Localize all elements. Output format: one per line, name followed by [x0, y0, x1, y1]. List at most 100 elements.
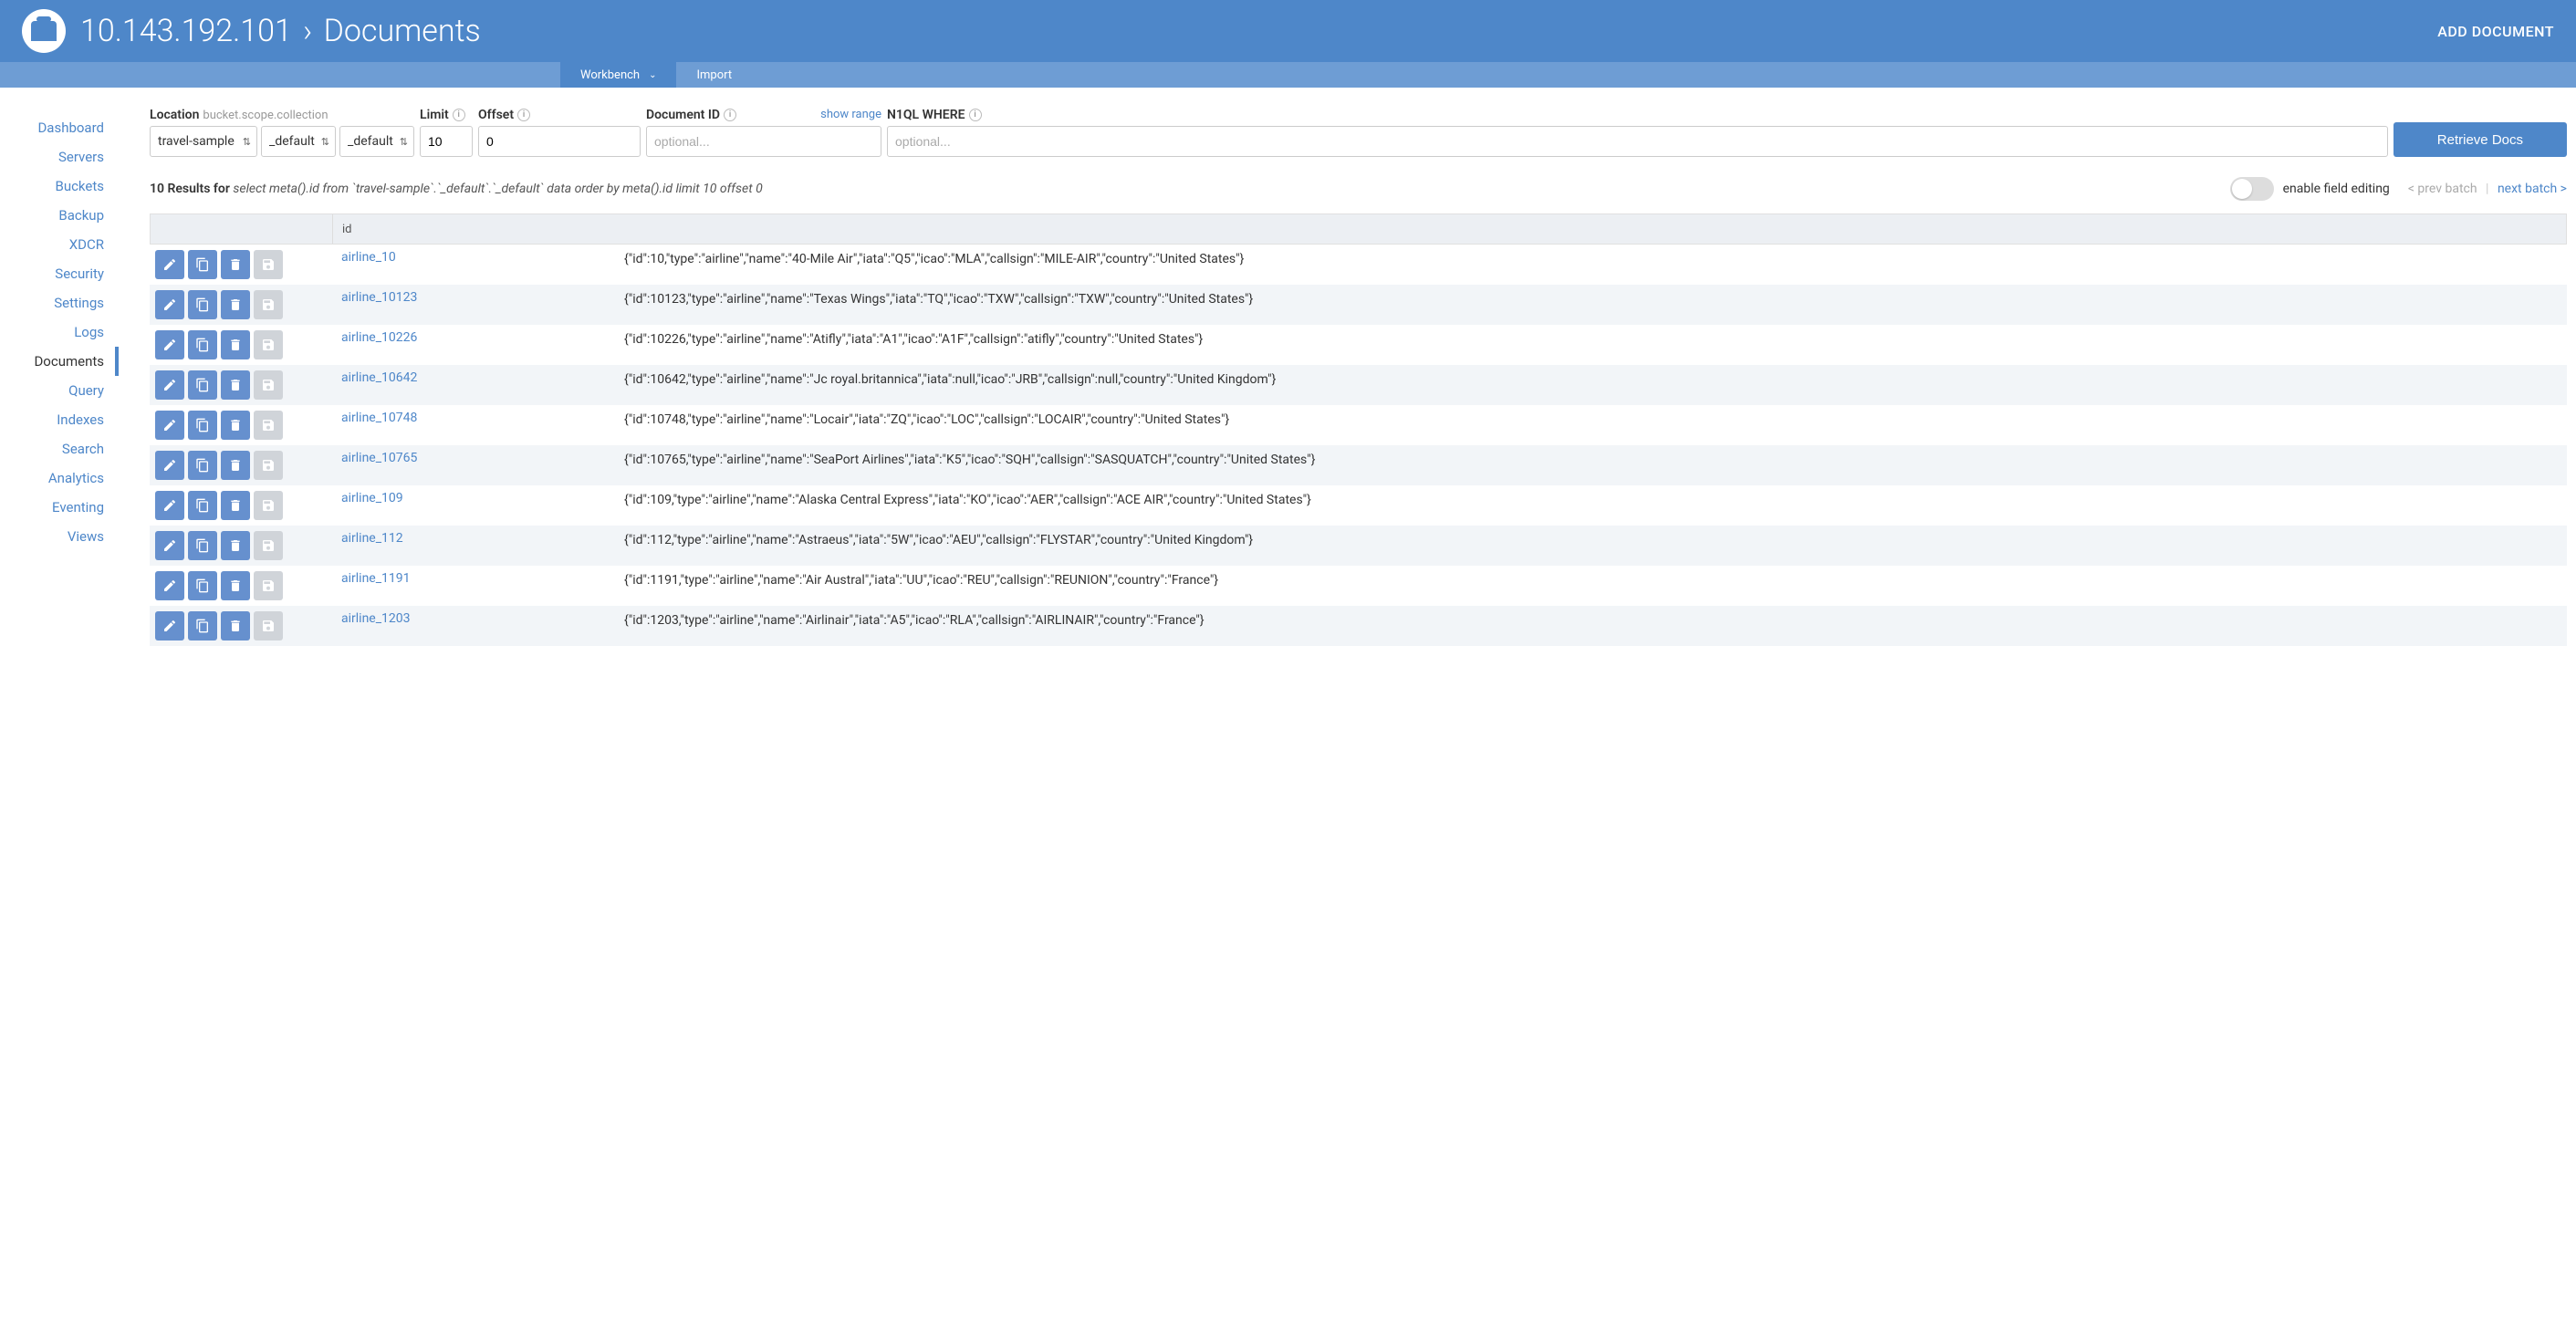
delete-button[interactable] — [221, 411, 250, 440]
sidebar-item-indexes[interactable]: Indexes — [0, 405, 119, 434]
sidebar-item-settings[interactable]: Settings — [0, 288, 119, 318]
copy-button[interactable] — [188, 451, 217, 480]
doc-id-link[interactable]: airline_109 — [341, 491, 403, 505]
doc-id-link[interactable]: airline_10765 — [341, 451, 417, 465]
edit-button[interactable] — [155, 451, 184, 480]
copy-icon — [195, 458, 210, 473]
sidebar-item-query[interactable]: Query — [0, 376, 119, 405]
sidebar-item-dashboard[interactable]: Dashboard — [0, 113, 119, 142]
tab-import[interactable]: Import — [676, 62, 752, 88]
doc-content-cell: {"id":10123,"type":"airline","name":"Tex… — [624, 290, 2567, 309]
bucket-select[interactable]: travel-sample — [150, 126, 257, 157]
doc-id-link[interactable]: airline_1191 — [341, 571, 411, 586]
limit-input[interactable] — [420, 126, 473, 157]
retrieve-button[interactable]: Retrieve Docs — [2393, 122, 2567, 157]
sidebar-item-search[interactable]: Search — [0, 434, 119, 463]
edit-icon — [162, 418, 177, 432]
results-count: 10 Results for — [150, 182, 230, 196]
edit-button[interactable] — [155, 250, 184, 279]
copy-button[interactable] — [188, 411, 217, 440]
edit-button[interactable] — [155, 370, 184, 400]
enable-editing-label: enable field editing — [2283, 182, 2390, 196]
docid-input[interactable] — [646, 126, 881, 157]
next-batch-link[interactable]: next batch > — [2498, 182, 2567, 196]
delete-icon — [228, 338, 243, 352]
save-button — [254, 531, 283, 560]
delete-button[interactable] — [221, 531, 250, 560]
offset-input[interactable] — [478, 126, 641, 157]
edit-button[interactable] — [155, 290, 184, 319]
doc-id-link[interactable]: airline_1203 — [341, 611, 411, 626]
scope-select[interactable]: _default — [261, 126, 336, 157]
sidebar-item-views[interactable]: Views — [0, 522, 119, 551]
collection-select[interactable]: _default — [339, 126, 414, 157]
delete-button[interactable] — [221, 611, 250, 640]
delete-button[interactable] — [221, 491, 250, 520]
doc-content-cell: {"id":1203,"type":"airline","name":"Airl… — [624, 611, 2567, 630]
delete-button[interactable] — [221, 370, 250, 400]
doc-id-cell: airline_1191 — [332, 571, 624, 586]
sidebar-item-servers[interactable]: Servers — [0, 142, 119, 172]
edit-icon — [162, 619, 177, 633]
copy-button[interactable] — [188, 330, 217, 359]
edit-button[interactable] — [155, 491, 184, 520]
doc-content-cell: {"id":109,"type":"airline","name":"Alask… — [624, 491, 2567, 510]
copy-button[interactable] — [188, 491, 217, 520]
doc-id-link[interactable]: airline_10226 — [341, 330, 417, 345]
documents-table: id airline_10{"id":10,"type":"airline","… — [150, 213, 2567, 646]
delete-button[interactable] — [221, 290, 250, 319]
info-icon[interactable]: i — [724, 109, 736, 121]
delete-icon — [228, 257, 243, 272]
save-button — [254, 611, 283, 640]
doc-id-link[interactable]: airline_10748 — [341, 411, 417, 425]
main-content: Location bucket.scope.collection travel-… — [119, 88, 2576, 655]
delete-button[interactable] — [221, 571, 250, 600]
show-range-link[interactable]: show range — [820, 108, 881, 121]
where-label: N1QL WHERE — [887, 108, 965, 122]
location-label: Location — [150, 108, 199, 122]
sidebar-item-buckets[interactable]: Buckets — [0, 172, 119, 201]
copy-icon — [195, 338, 210, 352]
sidebar-item-xdcr[interactable]: XDCR — [0, 230, 119, 259]
edit-button[interactable] — [155, 611, 184, 640]
copy-button[interactable] — [188, 370, 217, 400]
tab-workbench[interactable]: Workbench ⌄ — [560, 62, 676, 88]
delete-icon — [228, 458, 243, 473]
edit-button[interactable] — [155, 330, 184, 359]
delete-button[interactable] — [221, 330, 250, 359]
copy-button[interactable] — [188, 531, 217, 560]
delete-button[interactable] — [221, 250, 250, 279]
sidebar-item-analytics[interactable]: Analytics — [0, 463, 119, 493]
edit-button[interactable] — [155, 411, 184, 440]
sidebar-item-security[interactable]: Security — [0, 259, 119, 288]
delete-button[interactable] — [221, 451, 250, 480]
add-document-button[interactable]: ADD DOCUMENT — [2437, 23, 2554, 40]
doc-id-link[interactable]: airline_10123 — [341, 290, 417, 305]
enable-editing-toggle[interactable]: enable field editing — [2230, 177, 2390, 201]
sidebar-item-eventing[interactable]: Eventing — [0, 493, 119, 522]
sidebar-item-logs[interactable]: Logs — [0, 318, 119, 347]
docid-label: Document ID — [646, 108, 720, 122]
info-icon[interactable]: i — [453, 109, 465, 121]
where-input[interactable] — [887, 126, 2388, 157]
copy-button[interactable] — [188, 611, 217, 640]
sidebar-item-documents[interactable]: Documents — [0, 347, 119, 376]
edit-button[interactable] — [155, 571, 184, 600]
info-icon[interactable]: i — [969, 109, 982, 121]
copy-button[interactable] — [188, 250, 217, 279]
save-button — [254, 250, 283, 279]
toggle-switch[interactable] — [2230, 177, 2274, 201]
chevron-down-icon: ⌄ — [649, 70, 656, 80]
location-group: Location bucket.scope.collection travel-… — [150, 108, 414, 157]
save-button — [254, 330, 283, 359]
copy-button[interactable] — [188, 571, 217, 600]
info-icon[interactable]: i — [517, 109, 530, 121]
doc-id-link[interactable]: airline_112 — [341, 531, 403, 546]
doc-id-link[interactable]: airline_10642 — [341, 370, 417, 385]
doc-id-link[interactable]: airline_10 — [341, 250, 396, 265]
edit-button[interactable] — [155, 531, 184, 560]
sidebar-item-backup[interactable]: Backup — [0, 201, 119, 230]
chevron-right-icon: › — [303, 13, 312, 49]
copy-button[interactable] — [188, 290, 217, 319]
doc-content-cell: {"id":1191,"type":"airline","name":"Air … — [624, 571, 2567, 590]
